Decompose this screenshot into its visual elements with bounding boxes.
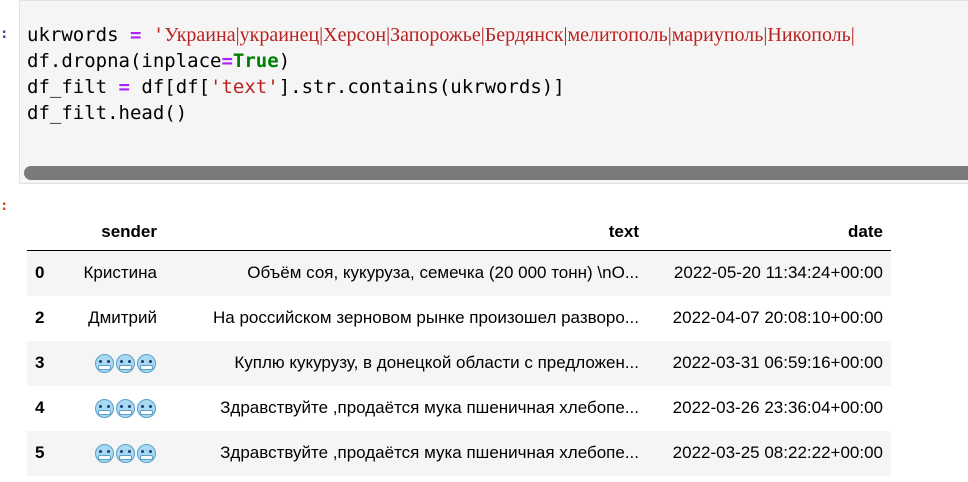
column-header-date: date (647, 214, 891, 251)
code-token: df_filt.head() (27, 102, 188, 124)
cell-date: 2022-03-26 23:36:04+00:00 (672, 398, 883, 417)
row-index: 3 (35, 353, 45, 372)
cell-date: 2022-04-07 20:08:10+00:00 (672, 308, 883, 327)
cell-date: 2022-03-31 06:59:16+00:00 (672, 353, 883, 372)
cell-date: 2022-05-20 11:34:24+00:00 (673, 263, 883, 283)
index-header (27, 214, 63, 251)
code-token: ) (278, 50, 291, 72)
code-line: df_filt = df[df['text'].str.contains(ukr… (27, 74, 855, 100)
table-row: 0 Кристина Объём соя, кукуруза, семечка (2… (27, 250, 891, 296)
cold-face-emoji-icon (137, 354, 156, 373)
row-index: 4 (35, 398, 45, 417)
code-token: df[df[ (129, 76, 211, 98)
cell-text: На российском зерновом рынке произошел р… (212, 308, 639, 327)
table-row: 2 Дмитрий На российском зерновом рынке про… (27, 296, 891, 341)
cold-face-emoji-icon (116, 399, 135, 418)
code-token: ukrwords (27, 24, 130, 46)
cell-date: 2022-03-25 08:22:22+00:00 (672, 443, 883, 462)
code-token: = (129, 24, 142, 46)
row-index: 5 (35, 443, 45, 462)
table-row: 4 Здравствуйте ,продаётся мука пшеничная … (27, 386, 891, 431)
cold-face-emoji-icon (116, 444, 135, 463)
scrollbar-thumb[interactable] (24, 166, 968, 180)
table-header-row: sender text date (27, 214, 891, 251)
code-line: df_filt.head() (27, 100, 855, 126)
table-row: 3 Куплю кукурузу, в донецкой области с пр… (27, 340, 891, 386)
cold-face-emoji-icon (137, 399, 156, 418)
code-line: ukrwords = 'Украина|украинец|Херсон|Запо… (27, 22, 855, 48)
cell-sender (63, 341, 165, 386)
dataframe-table: sender text date 0 Кристина Объём соя, кук… (27, 214, 891, 476)
code-token: = (221, 50, 233, 72)
code-token: = (118, 76, 130, 98)
code-token: df.dropna(inplace (27, 50, 222, 72)
code-editor[interactable]: ukrwords = 'Украина|украинец|Херсон|Запо… (27, 22, 855, 126)
code-token: df_filt (27, 76, 119, 98)
output-prompt: : (0, 198, 9, 214)
cold-face-emoji-icon (137, 444, 156, 463)
cell-sender: Кристина (83, 263, 157, 283)
code-line: df.dropna(inplace=True) (27, 48, 855, 74)
row-index: 0 (35, 263, 45, 283)
code-cell[interactable]: ukrwords = 'Украина|украинец|Херсон|Запо… (19, 0, 968, 184)
cell-text: Здравствуйте ,продаётся мука пшеничная х… (220, 398, 639, 417)
cell-text: Объём соя, кукуруза, семечка (20 000 тон… (247, 263, 639, 283)
input-prompt: : (0, 26, 9, 42)
table-row: 5 Здравствуйте ,продаётся мука пшеничная … (27, 430, 891, 476)
cold-face-emoji-icon (95, 399, 114, 418)
code-token: ].str.contains(ukrwords)] (278, 76, 565, 98)
cold-face-emoji-icon (95, 354, 114, 373)
column-header-text: text (165, 214, 647, 251)
cold-face-emoji-icon (116, 354, 135, 373)
code-token: Украина|украинец|Херсон|Запорожье|Бердян… (164, 24, 855, 46)
code-token: 'text' (210, 76, 279, 98)
column-header-sender: sender (63, 214, 165, 251)
row-index: 2 (35, 308, 45, 327)
horizontal-scrollbar[interactable] (24, 166, 968, 180)
code-token: True (232, 50, 279, 72)
cell-text: Здравствуйте ,продаётся мука пшеничная х… (220, 443, 639, 462)
cell-sender: Дмитрий (88, 308, 157, 327)
cell-sender (63, 386, 165, 431)
cold-face-emoji-icon (95, 444, 114, 463)
cell-text: Куплю кукурузу, в донецкой области с пре… (234, 353, 639, 372)
cell-sender (63, 431, 165, 476)
code-token: ' (152, 24, 165, 46)
